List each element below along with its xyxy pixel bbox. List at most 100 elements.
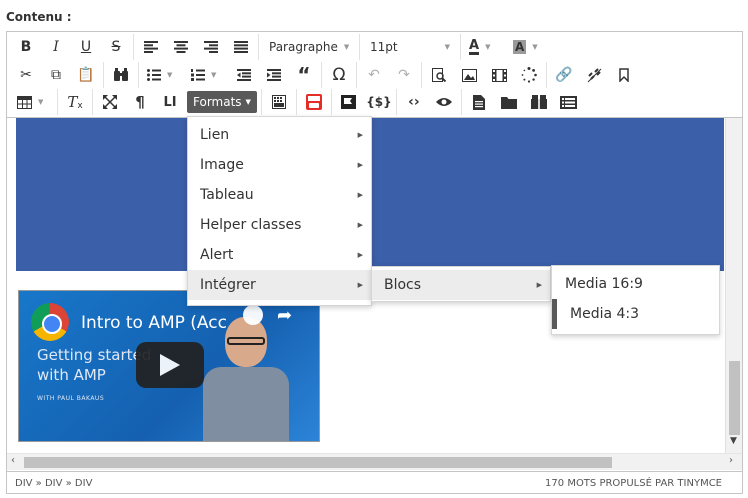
horizontal-scroll-thumb[interactable] (24, 457, 612, 468)
chevron-right-icon: ▶ (536, 281, 542, 289)
show-blocks-icon[interactable]: LI (155, 89, 185, 115)
vertical-scrollbar[interactable]: ▼ (725, 118, 742, 453)
editor-toolbar: B I U S Paragraphe ▼ 11pt ▼ A ▼ A ▼ ✂ ⧉ … (7, 32, 742, 118)
chrome-logo-icon (31, 303, 69, 341)
toolbar-separator (330, 89, 332, 115)
chevron-down-icon: ▼ (245, 98, 251, 106)
table-button[interactable]: ▼ (11, 89, 55, 115)
text-color-button[interactable]: A ▼ (463, 34, 507, 60)
paste-icon[interactable]: 📋 (71, 62, 101, 88)
chevron-right-icon: ▶ (357, 191, 363, 199)
code-variable-icon[interactable]: {$} (364, 89, 394, 115)
integrer-submenu: Blocs ▶ (371, 266, 551, 302)
menu-item-lien[interactable]: Lien ▶ (188, 120, 371, 150)
font-size-select-value: 11pt (370, 40, 398, 54)
align-left-icon[interactable] (136, 34, 166, 60)
folder-icon[interactable] (494, 89, 524, 115)
toolbar-separator (103, 62, 104, 88)
menu-item-blocs[interactable]: Blocs ▶ (372, 270, 550, 300)
embedded-video[interactable]: Intro to AMP (Acc… Getting started with … (18, 290, 320, 442)
outdent-icon[interactable] (229, 62, 259, 88)
element-path[interactable]: DIV » DIV » DIV (15, 478, 92, 489)
menu-item-helper-classes[interactable]: Helper classes ▶ (188, 210, 371, 240)
copy-icon[interactable]: ⧉ (41, 62, 71, 88)
align-right-icon[interactable] (196, 34, 226, 60)
chevron-right-icon: ▶ (357, 221, 363, 229)
play-button[interactable] (136, 342, 204, 388)
formats-menu-button[interactable]: Formats ▼ (187, 91, 257, 113)
scroll-down-icon[interactable]: ▼ (730, 436, 737, 446)
scroll-left-icon[interactable]: ‹ (11, 455, 15, 466)
undo-icon[interactable]: ↶ (359, 62, 389, 88)
menu-item-alert[interactable]: Alert ▶ (188, 240, 371, 270)
toolbar-separator (57, 89, 58, 115)
clear-formatting-icon[interactable]: Tx (60, 89, 90, 115)
strikethrough-icon[interactable]: S (101, 34, 131, 60)
align-justify-icon[interactable] (226, 34, 256, 60)
media-icon[interactable] (484, 62, 514, 88)
underline-icon[interactable]: U (71, 34, 101, 60)
font-size-select[interactable]: 11pt ▼ (362, 34, 458, 60)
document-icon[interactable] (464, 89, 494, 115)
bold-icon[interactable]: B (11, 34, 41, 60)
cut-icon[interactable]: ✂ (11, 62, 41, 88)
youtube-icon[interactable] (299, 89, 329, 115)
numbered-list-button[interactable]: ▼ (185, 62, 229, 88)
menu-item-label: Helper classes (200, 217, 302, 233)
indent-icon[interactable] (259, 62, 289, 88)
special-character-icon[interactable]: Ω (324, 62, 354, 88)
watch-later-icon[interactable] (243, 305, 263, 325)
chevron-right-icon: ▶ (357, 131, 363, 139)
blockquote-icon[interactable]: “ (289, 62, 319, 88)
link-icon[interactable]: 🔗 (549, 62, 579, 88)
tinymce-editor: B I U S Paragraphe ▼ 11pt ▼ A ▼ A ▼ ✂ ⧉ … (6, 31, 743, 494)
background-color-button[interactable]: A ▼ (507, 34, 551, 60)
visibility-icon[interactable] (429, 89, 459, 115)
package-icon[interactable] (524, 89, 554, 115)
fullscreen-icon[interactable] (95, 89, 125, 115)
loading-icon[interactable] (514, 62, 544, 88)
template-icon[interactable] (264, 89, 294, 115)
chevron-down-icon: ▼ (444, 43, 450, 51)
chevron-right-icon: ▶ (357, 281, 363, 289)
find-replace-icon[interactable] (106, 62, 136, 88)
show-blocks-glyph: LI (163, 94, 177, 110)
background-color-icon: A (513, 40, 527, 54)
preview-icon[interactable] (424, 62, 454, 88)
toolbar-separator (359, 34, 360, 60)
list-view-icon[interactable] (554, 89, 584, 115)
align-center-icon[interactable] (166, 34, 196, 60)
video-author: WITH PAUL BAKAUS (37, 395, 105, 402)
flag-icon[interactable] (334, 89, 364, 115)
chevron-down-icon: ▼ (532, 43, 538, 51)
toolbar-separator (546, 62, 547, 88)
menu-item-tableau[interactable]: Tableau ▶ (188, 180, 371, 210)
menu-item-media-16-9[interactable]: Media 16:9 (552, 269, 719, 299)
menu-item-integrer[interactable]: Intégrer ▶ (188, 270, 371, 300)
presenter-figure (197, 317, 295, 441)
menu-item-label: Intégrer (200, 277, 256, 293)
vertical-scroll-thumb[interactable] (729, 361, 740, 435)
toolbar-separator (460, 89, 462, 115)
italic-icon[interactable]: I (41, 34, 71, 60)
paragraph-select[interactable]: Paragraphe ▼ (261, 34, 357, 60)
horizontal-scrollbar[interactable]: ‹ › (7, 453, 742, 470)
share-icon[interactable]: ➦ (277, 305, 292, 326)
chevron-down-icon: ▼ (211, 71, 217, 79)
toolbar-row-3: ▼ Tx ¶ LI Formats ▼ {$} ‹› (11, 88, 584, 116)
word-count: 170 MOTS PROPULSÉ PAR TINYMCE (545, 478, 722, 489)
toolbar-separator (258, 34, 259, 60)
image-icon[interactable] (454, 62, 484, 88)
menu-item-media-4-3[interactable]: Media 4:3 (552, 299, 719, 329)
bullet-list-button[interactable]: ▼ (141, 62, 185, 88)
unlink-icon[interactable] (579, 62, 609, 88)
redo-icon[interactable]: ↷ (389, 62, 419, 88)
scroll-right-icon[interactable]: › (729, 455, 733, 466)
menu-item-image[interactable]: Image ▶ (188, 150, 371, 180)
show-invisibles-icon[interactable]: ¶ (125, 89, 155, 115)
formats-menu-label: Formats (193, 95, 242, 109)
bookmark-icon[interactable] (609, 62, 639, 88)
source-code-icon[interactable]: ‹› (399, 89, 429, 115)
toolbar-separator (395, 89, 397, 115)
chevron-down-icon: ▼ (343, 43, 350, 51)
